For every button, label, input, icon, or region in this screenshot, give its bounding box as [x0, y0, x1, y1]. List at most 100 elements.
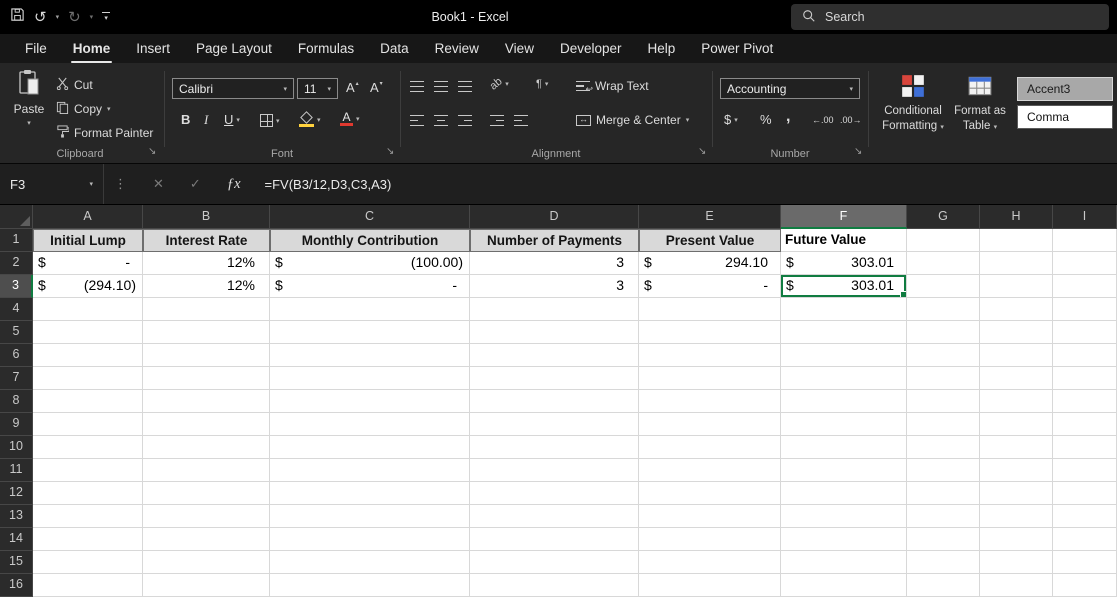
paste-button[interactable]: Paste ▾	[6, 69, 52, 127]
cell-H12[interactable]	[980, 482, 1053, 505]
cell-H14[interactable]	[980, 528, 1053, 551]
cell-A4[interactable]	[33, 298, 143, 321]
column-header-B[interactable]: B	[143, 205, 270, 229]
cell-I6[interactable]	[1053, 344, 1117, 367]
row-header-5[interactable]: 5	[0, 321, 33, 344]
font-name-select[interactable]: Calibri ▾	[172, 78, 294, 99]
row-header-16[interactable]: 16	[0, 574, 33, 597]
cell-D14[interactable]	[470, 528, 639, 551]
cell-I9[interactable]	[1053, 413, 1117, 436]
borders-button[interactable]: ▾	[260, 114, 280, 127]
cell-B14[interactable]	[143, 528, 270, 551]
cell-B4[interactable]	[143, 298, 270, 321]
cell-D6[interactable]	[470, 344, 639, 367]
cell-I8[interactable]	[1053, 390, 1117, 413]
clipboard-dialog-launcher[interactable]: ↘	[148, 147, 156, 157]
cell-E9[interactable]	[639, 413, 781, 436]
row-header-14[interactable]: 14	[0, 528, 33, 551]
cell-B1[interactable]: Interest Rate	[143, 229, 270, 252]
tab-view[interactable]: View	[492, 34, 547, 63]
increase-decimal-button[interactable]: ←.00	[812, 115, 834, 125]
cell-F16[interactable]	[781, 574, 907, 597]
cell-F12[interactable]	[781, 482, 907, 505]
cell-C6[interactable]	[270, 344, 470, 367]
cell-H4[interactable]	[980, 298, 1053, 321]
cell-D9[interactable]	[470, 413, 639, 436]
cell-E1[interactable]: Present Value	[639, 229, 781, 252]
cell-F14[interactable]	[781, 528, 907, 551]
tab-formulas[interactable]: Formulas	[285, 34, 367, 63]
column-header-E[interactable]: E	[639, 205, 781, 229]
row-header-2[interactable]: 2	[0, 252, 33, 275]
font-size-select[interactable]: 11 ▾	[297, 78, 338, 99]
cell-E15[interactable]	[639, 551, 781, 574]
cell-E14[interactable]	[639, 528, 781, 551]
cell-C7[interactable]	[270, 367, 470, 390]
cell-D4[interactable]	[470, 298, 639, 321]
bold-button[interactable]: B	[181, 112, 190, 127]
name-box[interactable]: F3 ▾	[0, 164, 104, 204]
cell-B11[interactable]	[143, 459, 270, 482]
cell-C4[interactable]	[270, 298, 470, 321]
cell-G7[interactable]	[907, 367, 980, 390]
cell-A9[interactable]	[33, 413, 143, 436]
formula-bar-grip-icon[interactable]: ⋮	[114, 176, 127, 192]
cell-A1[interactable]: Initial Lump	[33, 229, 143, 252]
cell-I15[interactable]	[1053, 551, 1117, 574]
cell-style-accent3[interactable]: Accent3	[1017, 77, 1113, 101]
cell-F10[interactable]	[781, 436, 907, 459]
cell-G11[interactable]	[907, 459, 980, 482]
cell-D1[interactable]: Number of Payments	[470, 229, 639, 252]
cell-I5[interactable]	[1053, 321, 1117, 344]
cell-C5[interactable]	[270, 321, 470, 344]
align-top-button[interactable]	[410, 81, 424, 92]
cell-A3[interactable]: $(294.10)	[33, 275, 143, 298]
cell-B5[interactable]	[143, 321, 270, 344]
align-bottom-button[interactable]	[458, 81, 472, 92]
cell-H11[interactable]	[980, 459, 1053, 482]
cell-C1[interactable]: Monthly Contribution	[270, 229, 470, 252]
cell-G13[interactable]	[907, 505, 980, 528]
cell-E3[interactable]: $-	[639, 275, 781, 298]
cell-E7[interactable]	[639, 367, 781, 390]
percent-style-button[interactable]: %	[760, 112, 772, 127]
cell-E5[interactable]	[639, 321, 781, 344]
cell-A7[interactable]	[33, 367, 143, 390]
row-header-13[interactable]: 13	[0, 505, 33, 528]
cell-B6[interactable]	[143, 344, 270, 367]
cell-E2[interactable]: $294.10	[639, 252, 781, 275]
cell-G2[interactable]	[907, 252, 980, 275]
tab-insert[interactable]: Insert	[123, 34, 183, 63]
cell-E6[interactable]	[639, 344, 781, 367]
cell-C9[interactable]	[270, 413, 470, 436]
cell-A8[interactable]	[33, 390, 143, 413]
increase-indent-button[interactable]	[514, 115, 528, 126]
text-direction-button[interactable]: ¶ ▾	[536, 78, 548, 90]
cell-A12[interactable]	[33, 482, 143, 505]
cell-F2[interactable]: $303.01	[781, 252, 907, 275]
cell-G3[interactable]	[907, 275, 980, 298]
underline-button[interactable]: U ▾	[224, 112, 240, 127]
row-header-3[interactable]: 3	[0, 275, 33, 298]
cell-H9[interactable]	[980, 413, 1053, 436]
cell-A6[interactable]	[33, 344, 143, 367]
number-format-select[interactable]: Accounting ▾	[720, 78, 860, 99]
cell-G9[interactable]	[907, 413, 980, 436]
cell-A2[interactable]: $-	[33, 252, 143, 275]
cell-I16[interactable]	[1053, 574, 1117, 597]
cell-A10[interactable]	[33, 436, 143, 459]
cell-E11[interactable]	[639, 459, 781, 482]
cell-H15[interactable]	[980, 551, 1053, 574]
cell-C2[interactable]: $(100.00)	[270, 252, 470, 275]
row-header-1[interactable]: 1	[0, 229, 33, 252]
cell-D7[interactable]	[470, 367, 639, 390]
cell-F13[interactable]	[781, 505, 907, 528]
undo-dropdown-icon[interactable]: ▾	[56, 13, 60, 21]
decrease-decimal-button[interactable]: .00→	[840, 115, 862, 125]
tab-page-layout[interactable]: Page Layout	[183, 34, 285, 63]
cell-C10[interactable]	[270, 436, 470, 459]
merge-center-button[interactable]: Merge & Center ▾	[576, 113, 689, 127]
cell-C13[interactable]	[270, 505, 470, 528]
cell-G10[interactable]	[907, 436, 980, 459]
cell-I10[interactable]	[1053, 436, 1117, 459]
